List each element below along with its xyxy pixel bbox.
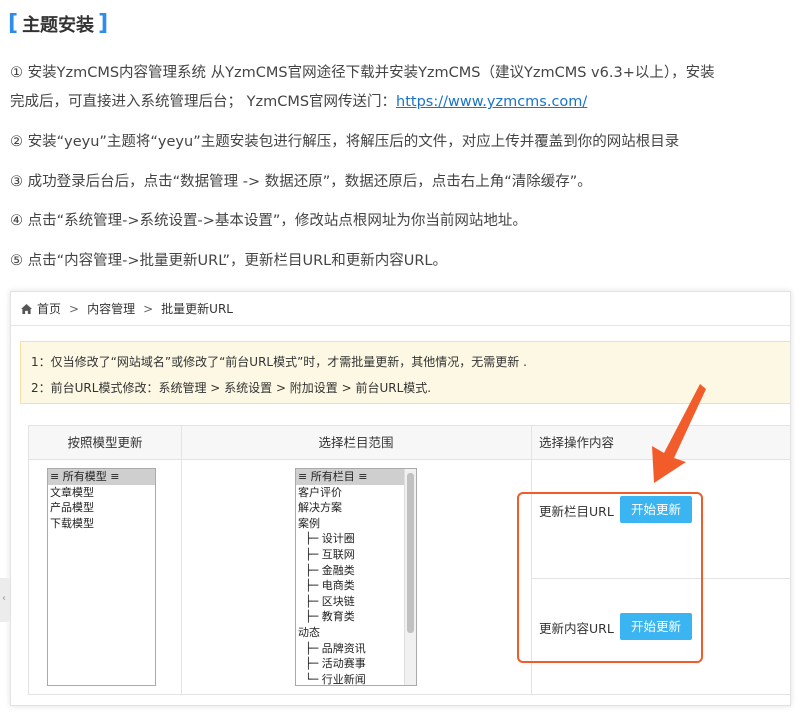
- model-option[interactable]: ≡ 所有模型 ≡: [48, 469, 155, 485]
- category-option[interactable]: 解决方案: [296, 500, 416, 516]
- step-5: ⑤ 点击“内容管理->批量更新URL”，更新栏目URL和更新内容URL。: [10, 253, 448, 269]
- step-1-line-2: 完成后，可直接进入系统管理后台； YzmCMS官网传送门：https://www…: [10, 88, 792, 117]
- side-collapse-tab[interactable]: ‹: [0, 578, 10, 622]
- category-option[interactable]: ├─ 金融类: [296, 563, 416, 579]
- title-bracket-right: ]: [98, 11, 109, 36]
- title-bracket-left: [: [8, 11, 19, 36]
- category-select[interactable]: ≡ 所有栏目 ≡ 客户评价 解决方案 案例 ├─ 设计圈 ├─ 互联网 ├─ 金融类 …: [295, 468, 417, 686]
- category-option[interactable]: ├─ 活动赛事: [296, 656, 416, 672]
- arrow-icon: [652, 384, 706, 483]
- step-1-line-2-text: 完成后，可直接进入系统管理后台； YzmCMS官网传送门：: [10, 94, 397, 110]
- category-option[interactable]: ├─ 设计圈: [296, 531, 416, 547]
- category-option[interactable]: 客户评价: [296, 485, 416, 501]
- category-option[interactable]: 动态: [296, 625, 416, 641]
- step-2: ② 安装“yeyu”主题将“yeyu”主题安装包进行解压，将解压后的文件，对应上…: [10, 134, 680, 150]
- breadcrumb: 首页 > 内容管理 > 批量更新URL: [11, 292, 790, 326]
- model-option[interactable]: 文章模型: [48, 485, 155, 501]
- category-option[interactable]: ├─ 品牌资讯: [296, 641, 416, 657]
- step-1-line-1: ① 安装YzmCMS内容管理系统 从YzmCMS官网途径下载并安装YzmCMS（…: [10, 65, 715, 81]
- scrollbar-thumb[interactable]: [407, 473, 414, 633]
- breadcrumb-separator: >: [143, 301, 154, 316]
- section-title: [ 主题安装 ]: [8, 8, 108, 40]
- category-option[interactable]: 案例: [296, 516, 416, 532]
- column-header-category: 选择栏目范围: [181, 426, 531, 460]
- category-option[interactable]: ├─ 区块链: [296, 594, 416, 610]
- model-select[interactable]: ≡ 所有模型 ≡ 文章模型 产品模型 下载模型: [47, 468, 156, 686]
- breadcrumb-separator: >: [69, 301, 80, 316]
- breadcrumb-section[interactable]: 内容管理: [87, 300, 135, 317]
- category-option[interactable]: ├─ 教育类: [296, 609, 416, 625]
- model-option[interactable]: 下载模型: [48, 516, 155, 532]
- yzmcms-link[interactable]: https://www.yzmcms.com/: [396, 94, 587, 110]
- highlight-box: [517, 492, 703, 663]
- home-icon: [21, 303, 32, 314]
- breadcrumb-home[interactable]: 首页: [37, 300, 61, 317]
- step-4: ④ 点击“系统管理->系统设置->基本设置”，修改站点根网址为你当前网站地址。: [10, 213, 527, 229]
- column-divider: [181, 426, 182, 694]
- column-header-model: 按照模型更新: [29, 426, 181, 460]
- chevron-left-icon: ‹: [2, 593, 6, 604]
- category-scrollbar[interactable]: [404, 469, 416, 685]
- category-option[interactable]: └─ 行业新闻: [296, 672, 416, 685]
- category-option[interactable]: ├─ 电商类: [296, 578, 416, 594]
- category-option[interactable]: ≡ 所有栏目 ≡: [296, 469, 416, 485]
- notice-line-1: 1：仅当修改了“网站域名”或修改了“前台URL模式”时，才需批量更新，其他情况，…: [31, 355, 527, 369]
- category-options: ≡ 所有栏目 ≡ 客户评价 解决方案 案例 ├─ 设计圈 ├─ 互联网 ├─ 金融类 …: [296, 469, 416, 685]
- model-option[interactable]: 产品模型: [48, 500, 155, 516]
- step-1: ① 安装YzmCMS内容管理系统 从YzmCMS官网途径下载并安装YzmCMS（…: [10, 59, 792, 117]
- step-3: ③ 成功登录后台后，点击“数据管理 -> 数据还原”，数据还原后，点击右上角“清…: [10, 174, 592, 190]
- category-option[interactable]: ├─ 互联网: [296, 547, 416, 563]
- breadcrumb-current: 批量更新URL: [161, 302, 233, 316]
- page-title: 主题安装: [22, 15, 95, 36]
